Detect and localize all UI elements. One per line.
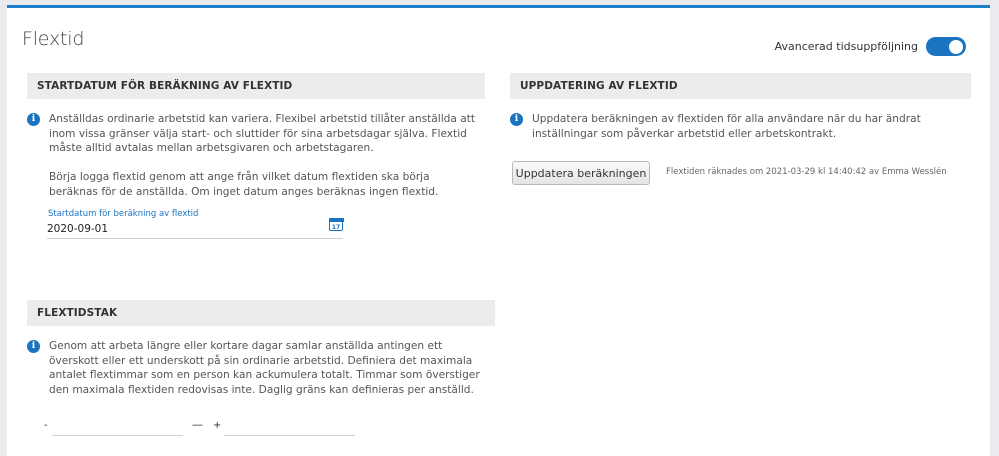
cap-min-input[interactable] (52, 418, 183, 436)
flextime-cap-info-text: Genom att arbeta längre eller kortare da… (49, 340, 480, 396)
update-section-header: Uppdatering av flextid (510, 73, 971, 99)
start-date-info: i Anställdas ordinarie arbetstid kan var… (27, 112, 477, 200)
info-icon: i (510, 113, 523, 126)
page-title: Flextid (22, 28, 85, 50)
toggle-knob (949, 39, 963, 54)
plus-sign: + (213, 420, 222, 431)
start-date-input[interactable]: 2020-09-01 (47, 223, 343, 239)
recalculation-note: Flextiden räknades om 2021-03-29 kl 14:4… (666, 167, 947, 177)
start-date-info-paragraph-2: Börja logga flextid genom att ange från … (49, 171, 439, 198)
range-separator: — (192, 418, 203, 431)
start-date-info-paragraph-1: Anställdas ordinarie arbetstid kan varie… (49, 113, 476, 155)
flextime-cap-info: i Genom att arbeta längre eller kortare … (27, 339, 487, 397)
info-icon: i (27, 340, 40, 353)
calendar-icon[interactable]: 17 (328, 217, 344, 231)
update-info: i Uppdatera beräkningen av flextiden för… (510, 112, 965, 141)
minus-sign: - (44, 420, 48, 431)
advanced-tracking-toggle-group: Avancerad tidsuppföljning (775, 37, 966, 56)
settings-card: Flextid Avancerad tidsuppföljning Startd… (7, 5, 990, 456)
advanced-tracking-label: Avancerad tidsuppföljning (774, 40, 918, 53)
info-icon: i (27, 113, 40, 126)
advanced-tracking-toggle[interactable] (926, 37, 966, 56)
flextime-cap-section-header: Flextidstak (27, 300, 495, 326)
update-info-text: Uppdatera beräkningen av flextiden för a… (532, 113, 921, 140)
start-date-field-label: Startdatum för beräkning av flextid (48, 209, 199, 219)
cap-max-input[interactable] (224, 418, 355, 436)
update-calculation-button[interactable]: Uppdatera beräkningen (512, 161, 650, 185)
start-date-section-header: Startdatum för beräkning av flextid (27, 73, 485, 99)
